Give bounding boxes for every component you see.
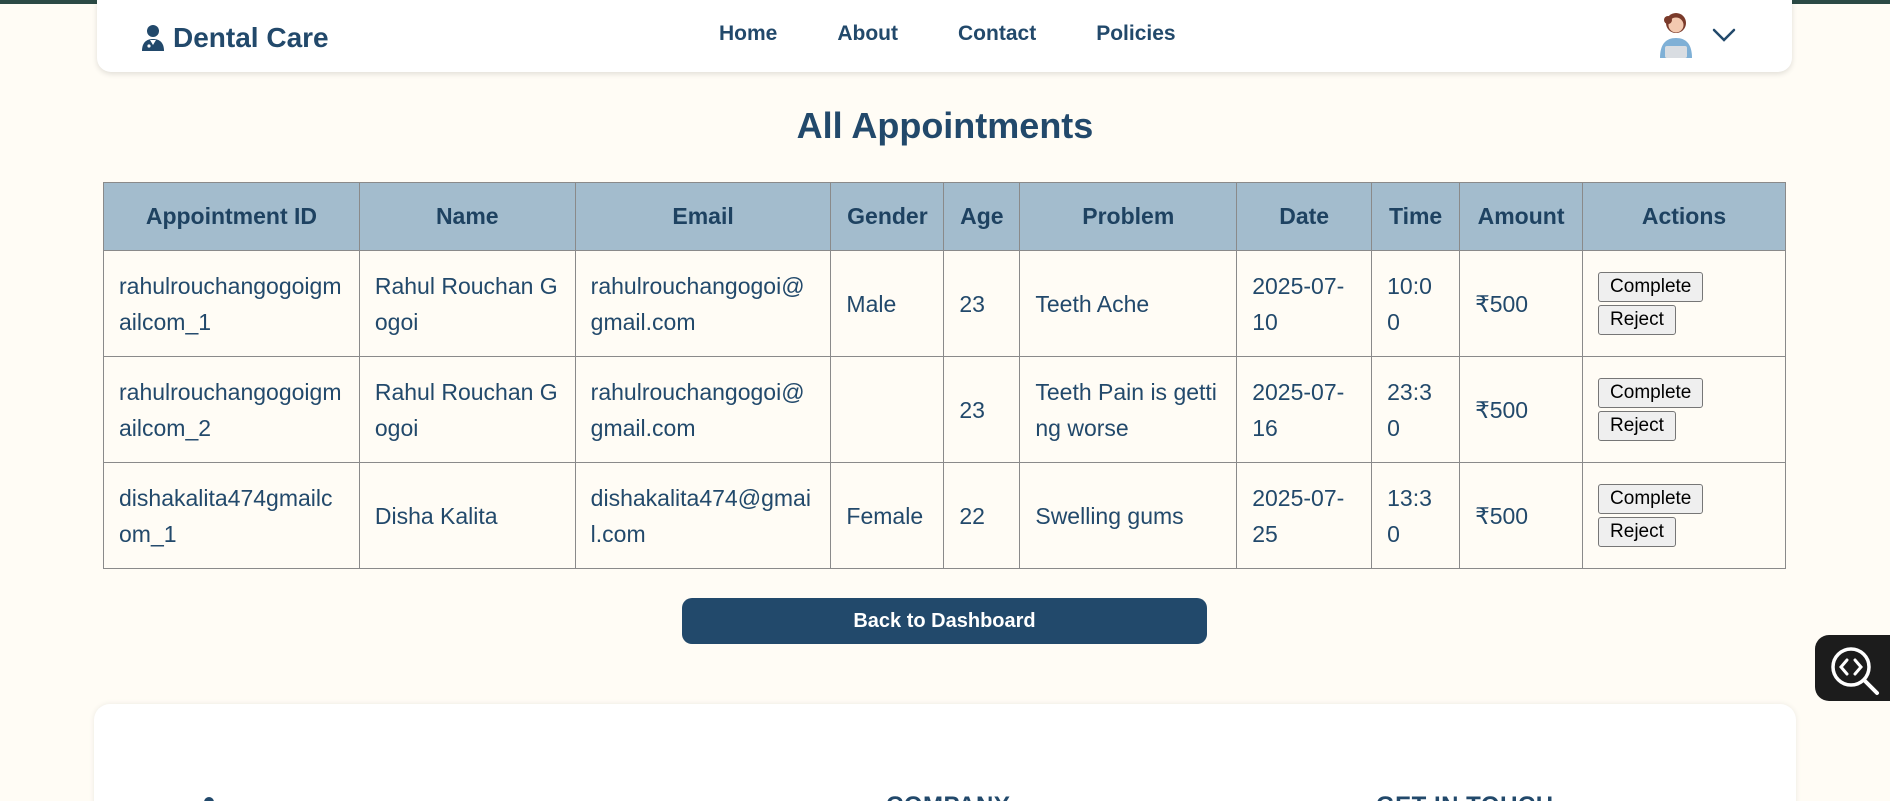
brand-name: Dental Care <box>173 22 329 53</box>
user-avatar[interactable] <box>1656 10 1696 60</box>
column-header-amount: Amount <box>1459 182 1584 251</box>
cell-gender: Male <box>830 250 945 357</box>
main-nav: Home About Contact Policies <box>719 22 1176 46</box>
column-header-appointment-id: Appointment ID <box>103 182 360 251</box>
nav-home[interactable]: Home <box>719 22 777 46</box>
column-header-email: Email <box>574 182 832 251</box>
cell-amount: ₹500 <box>1459 250 1584 357</box>
code-search-icon <box>1831 647 1879 695</box>
cell-actions: Complete Reject <box>1582 462 1786 569</box>
complete-button[interactable]: Complete <box>1598 378 1704 408</box>
cell-appointment-id: rahulrouchangogoigmailcom_2 <box>103 356 360 463</box>
page-title: All Appointments <box>796 105 1094 146</box>
footer-heading-get-in-touch: GET IN TOUCH <box>1376 792 1554 801</box>
back-to-dashboard-button[interactable]: Back to Dashboard <box>682 598 1207 644</box>
navbar: Dental Care Home About Contact Policies <box>97 0 1792 72</box>
column-header-actions: Actions <box>1582 182 1786 251</box>
reject-button[interactable]: Reject <box>1598 305 1676 335</box>
cell-amount: ₹500 <box>1459 462 1584 569</box>
cell-date: 2025-07-10 <box>1236 250 1373 357</box>
column-header-age: Age <box>943 182 1021 251</box>
nav-contact[interactable]: Contact <box>958 22 1036 46</box>
cell-email: dishakalita474@gmail.com <box>574 462 832 569</box>
cell-age: 22 <box>943 462 1021 569</box>
cell-name: Rahul Rouchan Gogoi <box>358 356 576 463</box>
table-row: rahulrouchangogoigmailcom_2 Rahul Roucha… <box>103 356 1786 463</box>
cell-age: 23 <box>943 250 1021 357</box>
cell-appointment-id: dishakalita474gmailcom_1 <box>103 462 360 569</box>
column-header-time: Time <box>1371 182 1461 251</box>
reject-button[interactable]: Reject <box>1598 517 1676 547</box>
column-header-date: Date <box>1236 182 1373 251</box>
appointments-table: Appointment ID Name Email Gender Age Pro… <box>103 182 1786 569</box>
column-header-problem: Problem <box>1019 182 1238 251</box>
footer: COMPANY GET IN TOUCH <box>94 704 1796 801</box>
cell-date: 2025-07-25 <box>1236 462 1373 569</box>
cell-actions: Complete Reject <box>1582 356 1786 463</box>
cell-actions: Complete Reject <box>1582 250 1786 357</box>
cell-problem: Swelling gums <box>1019 462 1238 569</box>
complete-button[interactable]: Complete <box>1598 484 1704 514</box>
nav-about[interactable]: About <box>837 22 898 46</box>
cell-appointment-id: rahulrouchangogoigmailcom_1 <box>103 250 360 357</box>
cell-age: 23 <box>943 356 1021 463</box>
cell-name: Disha Kalita <box>358 462 576 569</box>
cell-time: 13:30 <box>1371 462 1461 569</box>
reject-button[interactable]: Reject <box>1598 411 1676 441</box>
cell-email: rahulrouchangogoi@gmail.com <box>574 250 832 357</box>
doctor-person-icon <box>204 797 214 801</box>
cell-time: 23:30 <box>1371 356 1461 463</box>
code-search-fab[interactable] <box>1815 635 1890 701</box>
cell-date: 2025-07-16 <box>1236 356 1373 463</box>
cell-gender: Female <box>830 462 945 569</box>
cell-email: rahulrouchangogoi@gmail.com <box>574 356 832 463</box>
nav-policies[interactable]: Policies <box>1096 22 1175 46</box>
cell-name: Rahul Rouchan Gogoi <box>358 250 576 357</box>
cell-gender <box>830 356 945 463</box>
footer-heading-company: COMPANY <box>886 792 1010 801</box>
table-header-row: Appointment ID Name Email Gender Age Pro… <box>103 182 1786 251</box>
table-row: dishakalita474gmailcom_1 Disha Kalita di… <box>103 462 1786 569</box>
cell-problem: Teeth Ache <box>1019 250 1238 357</box>
cell-time: 10:00 <box>1371 250 1461 357</box>
column-header-name: Name <box>358 182 576 251</box>
cell-problem: Teeth Pain is getting worse <box>1019 356 1238 463</box>
brand[interactable]: Dental Care <box>141 22 329 54</box>
cell-amount: ₹500 <box>1459 356 1584 463</box>
complete-button[interactable]: Complete <box>1598 272 1704 302</box>
chevron-down-icon[interactable] <box>1711 26 1737 44</box>
doctor-person-icon <box>142 25 164 51</box>
table-row: rahulrouchangogoigmailcom_1 Rahul Roucha… <box>103 250 1786 357</box>
column-header-gender: Gender <box>830 182 945 251</box>
